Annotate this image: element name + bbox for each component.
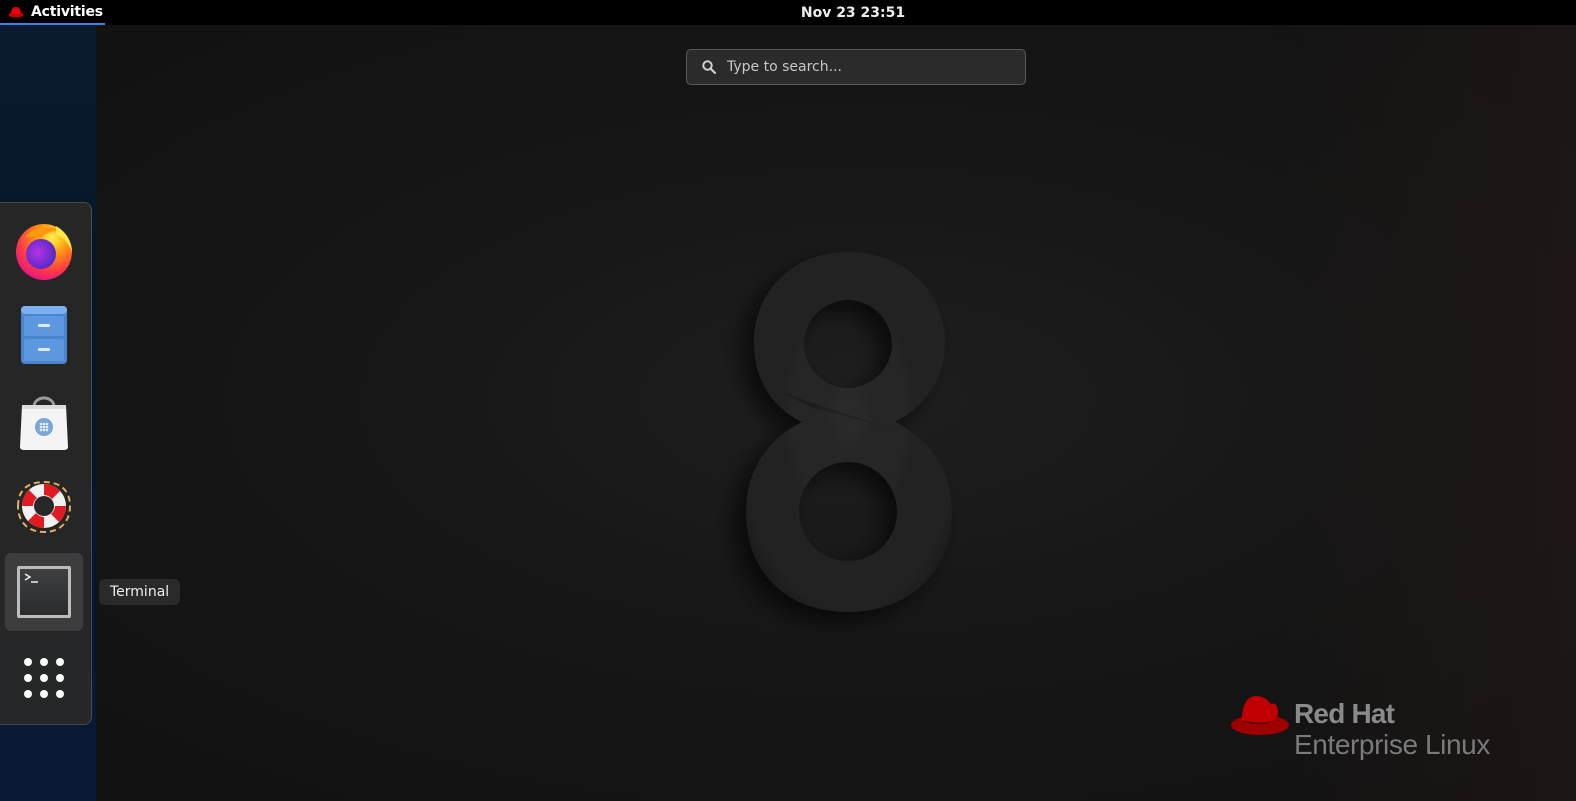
redhat-brand-text: Red Hat: [1294, 698, 1395, 729]
redhat-logo: Red Hat Enterprise Linux: [1230, 692, 1530, 770]
terminal-icon: [17, 566, 71, 618]
shopping-bag-icon: [20, 396, 68, 450]
search-box[interactable]: [686, 49, 1026, 85]
app-grid-icon: [24, 658, 64, 698]
dash-item-terminal[interactable]: [5, 553, 83, 631]
search-icon: [702, 60, 717, 75]
dash-item-firefox[interactable]: [5, 211, 83, 289]
dash-item-files[interactable]: [5, 296, 83, 374]
dash-item-software[interactable]: [5, 381, 83, 459]
lifebuoy-icon: [17, 480, 72, 534]
firefox-icon: [16, 224, 72, 280]
dash: [0, 202, 92, 725]
clock-container: Nov 23 23:51: [0, 0, 1576, 25]
wallpaper-numeral-eight: [746, 252, 952, 612]
clock[interactable]: Nov 23 23:51: [671, 5, 905, 21]
search-input[interactable]: [727, 59, 1007, 75]
dash-tooltip: Terminal: [99, 579, 181, 605]
top-bar: Activities Nov 23 23:51: [0, 0, 1576, 25]
activities-label: Activities: [31, 3, 103, 20]
activities-button[interactable]: Activities: [0, 0, 105, 25]
dash-item-help[interactable]: [5, 467, 83, 545]
redhat-hat-logo-icon: [1231, 696, 1289, 735]
wallpaper-tint: [1276, 25, 1576, 801]
redhat-hat-icon: [8, 6, 24, 17]
show-applications-button[interactable]: [5, 639, 83, 717]
redhat-product-text: Enterprise Linux: [1294, 729, 1490, 760]
file-cabinet-icon: [21, 306, 67, 364]
